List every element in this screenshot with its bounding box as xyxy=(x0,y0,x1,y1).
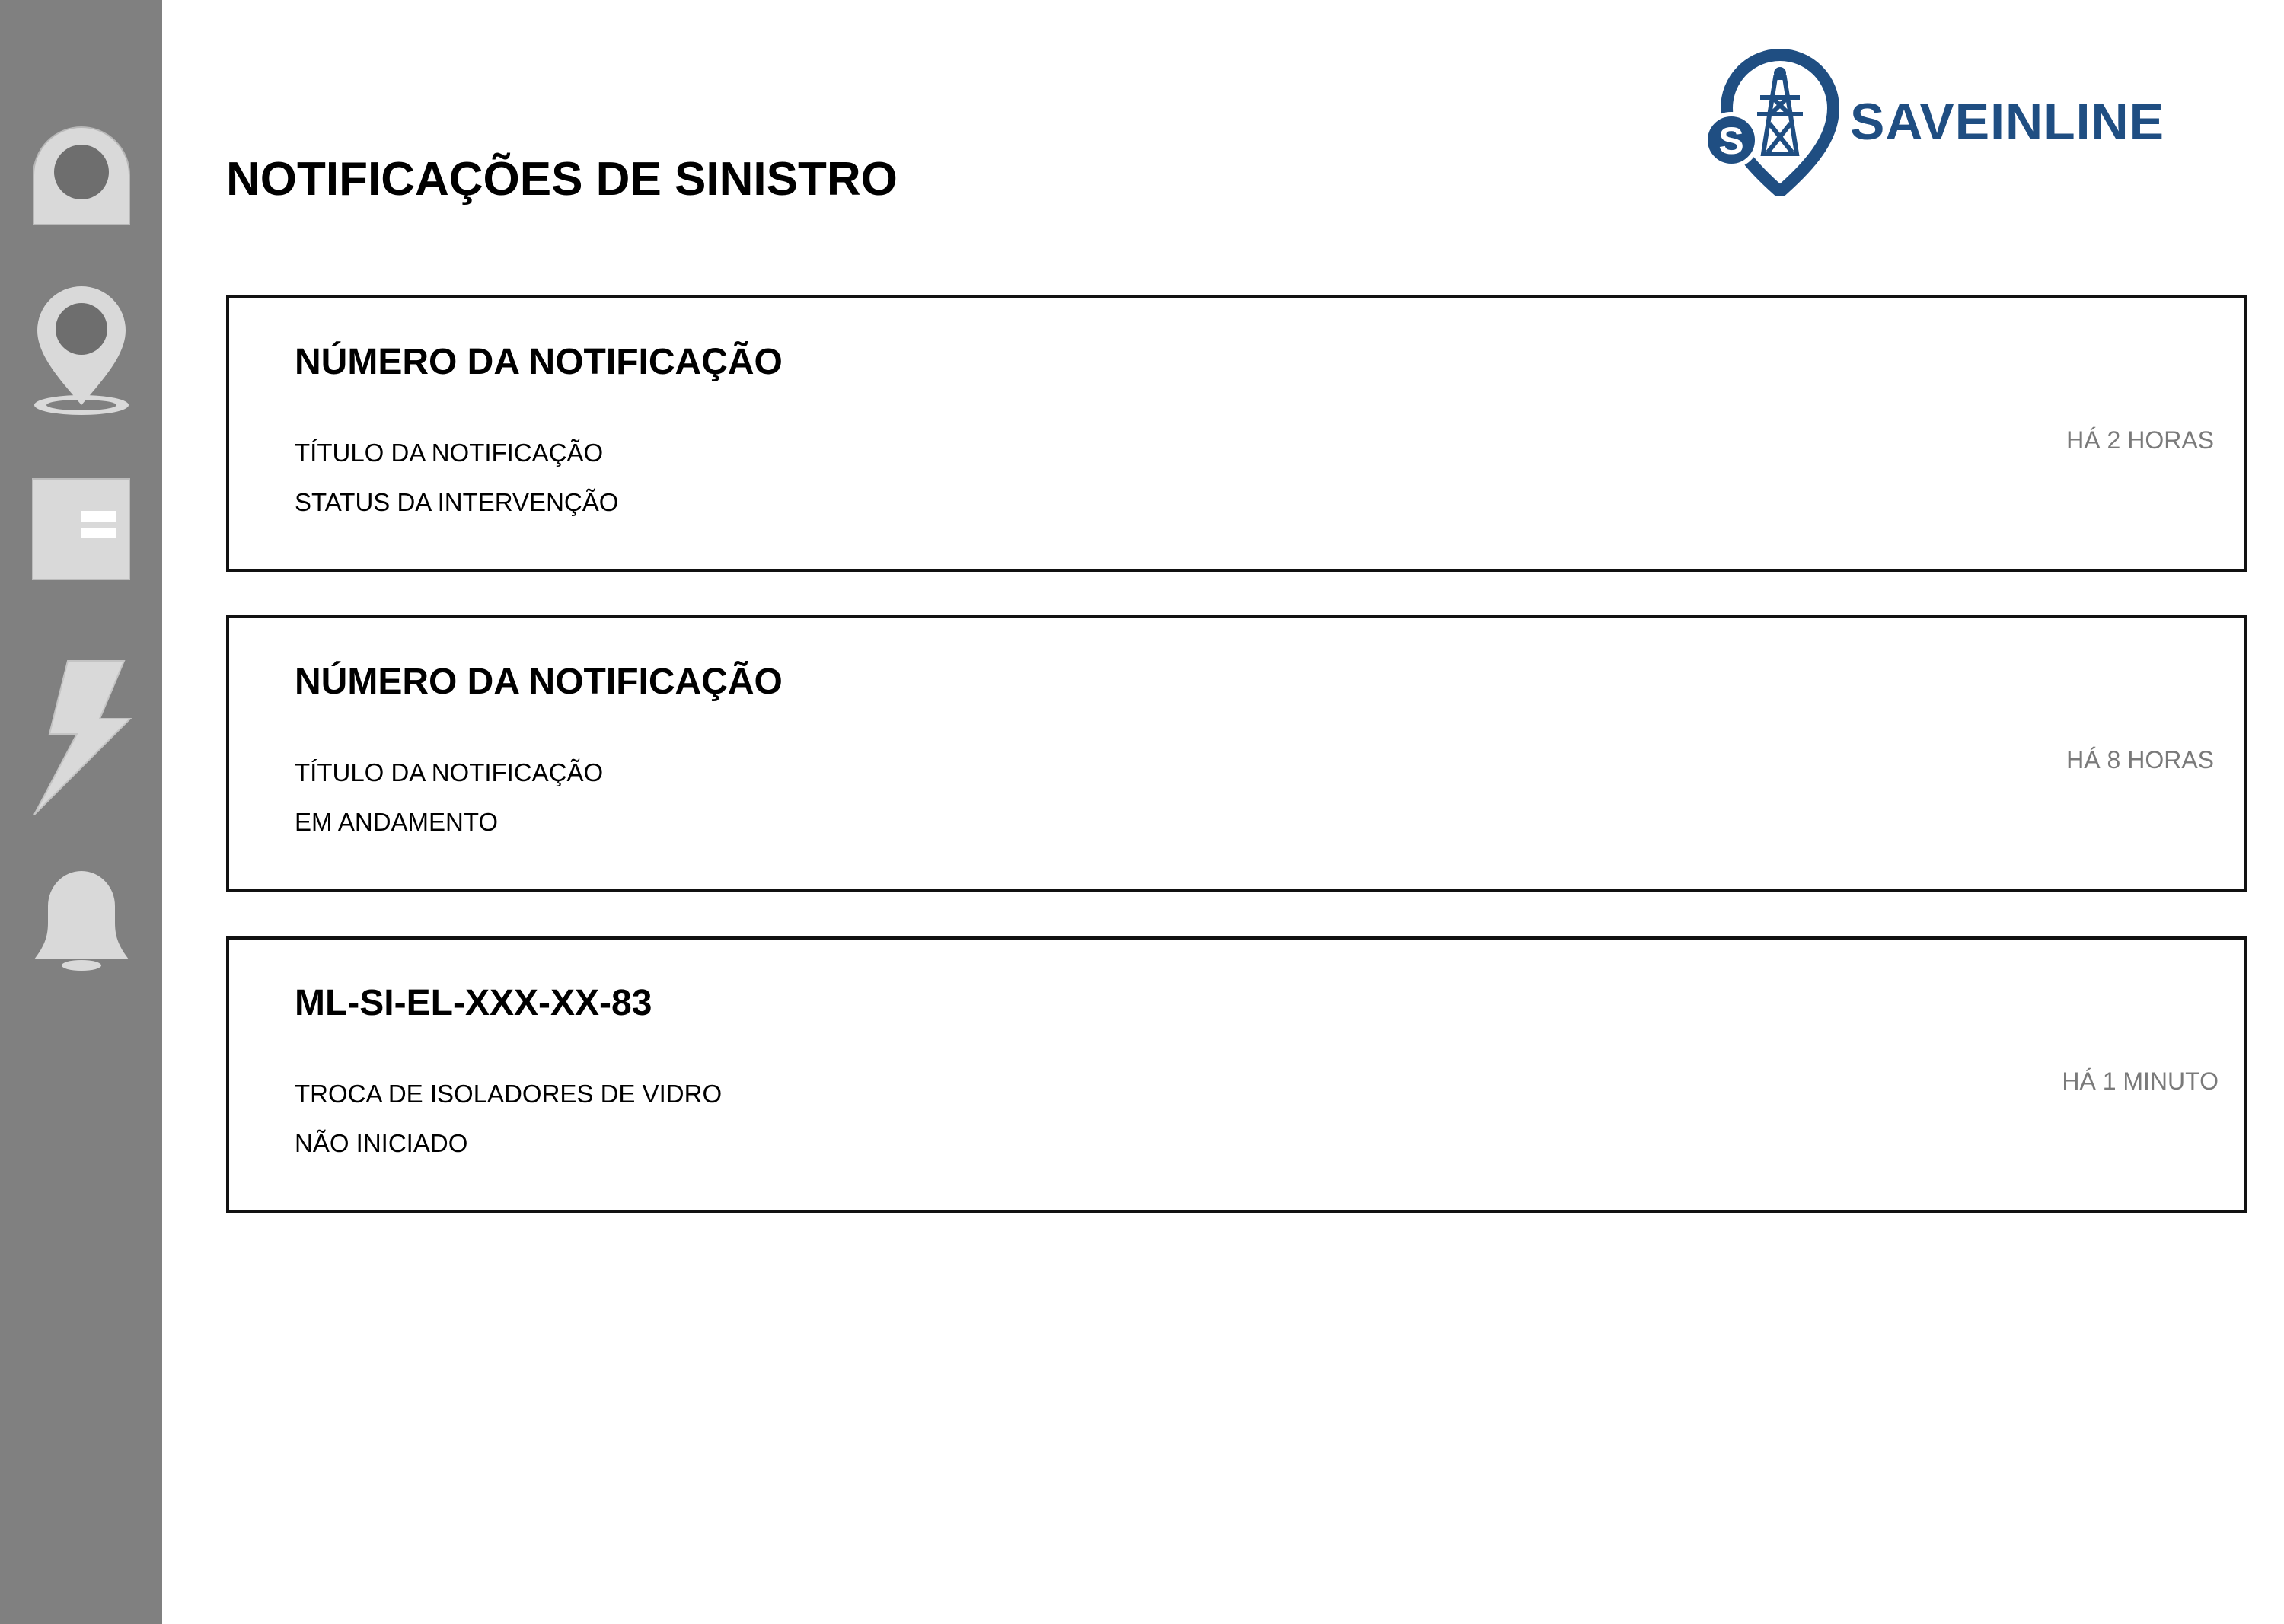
document-icon xyxy=(31,478,130,580)
notification-card[interactable]: NÚMERO DA NOTIFICAÇÃO TÍTULO DA NOTIFICA… xyxy=(226,295,2247,572)
sidebar-item-document[interactable] xyxy=(0,476,162,582)
logo-letter: S xyxy=(1718,120,1743,162)
sidebar-item-notifications[interactable] xyxy=(0,860,162,975)
location-pin-icon xyxy=(33,286,129,415)
notification-status: EM ANDAMENTO xyxy=(295,808,499,836)
notification-number: ML-SI-EL-XXX-XX-83 xyxy=(295,983,652,1023)
notification-status: STATUS DA INTERVENÇÃO xyxy=(295,488,619,516)
notification-card[interactable]: ML-SI-EL-XXX-XX-83 TROCA DE ISOLADORES D… xyxy=(226,936,2247,1213)
notification-number: NÚMERO DA NOTIFICAÇÃO xyxy=(295,342,783,382)
notification-number: NÚMERO DA NOTIFICAÇÃO xyxy=(295,662,783,702)
notification-status: NÃO INICIADO xyxy=(295,1129,468,1157)
lightning-icon xyxy=(33,660,132,815)
transmission-tower-pin-icon: S xyxy=(1704,48,1840,196)
bell-icon xyxy=(33,871,129,971)
notification-card[interactable]: NÚMERO DA NOTIFICAÇÃO TÍTULO DA NOTIFICA… xyxy=(226,615,2247,892)
notification-title: TROCA DE ISOLADORES DE VIDRO xyxy=(295,1080,723,1108)
sidebar-item-profile[interactable] xyxy=(0,118,162,232)
page-title: NOTIFICAÇÕES DE SINISTRO xyxy=(226,153,898,206)
notification-time: HÁ 2 HORAS xyxy=(2066,426,2214,454)
sidebar-item-energy[interactable] xyxy=(0,655,162,822)
sidebar xyxy=(0,0,162,1624)
notification-title: TÍTULO DA NOTIFICAÇÃO xyxy=(295,758,604,786)
notification-title: TÍTULO DA NOTIFICAÇÃO xyxy=(295,439,604,467)
profile-icon xyxy=(32,126,130,225)
notification-time: HÁ 1 MINUTO xyxy=(2062,1067,2219,1095)
brand-logo: S SAVEINLINE xyxy=(1704,47,2164,196)
logo-text: SAVEINLINE xyxy=(1850,93,2165,151)
sidebar-item-location[interactable] xyxy=(0,282,162,419)
notification-time: HÁ 8 HORAS xyxy=(2066,746,2214,774)
